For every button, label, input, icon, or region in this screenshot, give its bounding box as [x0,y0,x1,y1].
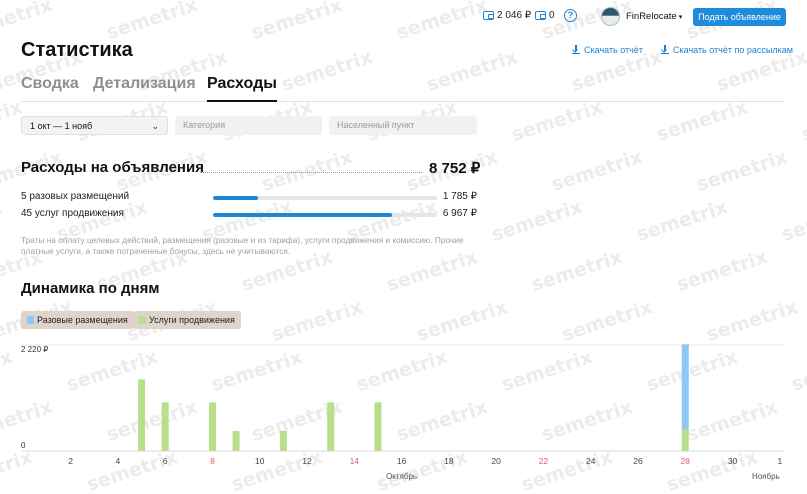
promotion-services-label: 45 услуг продвижения [21,208,124,219]
category-input[interactable]: Категория [175,116,322,135]
bar-promotion-services [681,429,689,451]
watermark-text: semetrix [0,195,6,247]
account-menu[interactable]: FinRelocate ▾ [626,11,682,22]
x-tick-label: 30 [728,456,738,466]
y-tick-label: 2 220 ₽ [21,345,48,354]
legend-promotion-services[interactable]: Услуги продвижения [133,311,241,329]
x-tick-label: 4 [116,456,121,466]
locality-input[interactable]: Населенный пункт [329,116,477,135]
x-tick-label: 24 [586,456,596,466]
place-ad-button[interactable]: Подать объявление [693,8,786,26]
watermark-text: semetrix [413,295,511,347]
x-month-label: Ноябрь [752,472,780,481]
x-tick-label: 20 [491,456,501,466]
download-icon [661,45,669,54]
top-bar: 2 046 ₽ 0 ? FinRelocate ▾ Подать объявлен… [0,0,807,34]
daily-expenses-chart: 2 220 ₽02 4 6 8 10 12 14 16 18 20 22 24 26 28 30 1Октяб… [21,344,785,481]
legend-swatch-promotion [139,316,146,324]
y-tick-label: 0 [21,441,26,450]
avatar[interactable] [601,7,620,26]
watermark-text: semetrix [798,95,807,147]
x-tick-label: 12 [302,456,312,466]
watermark-text: semetrix [548,145,646,197]
watermark-text: semetrix [558,295,656,347]
bar-promotion-services [161,402,169,451]
tab-details[interactable]: Детализация [93,75,196,102]
bar-promotion-services [208,402,216,451]
balance-value: 2 046 ₽ [497,10,532,21]
download-report-link[interactable]: Скачать отчёт [572,45,643,55]
watermark-text: semetrix [673,245,771,297]
watermark-text: semetrix [258,145,356,197]
bonus-wallet-icon [535,11,546,20]
bar-promotion-services [327,402,335,451]
expenses-note: Траты на оплату целевых действий, размещ… [21,235,464,256]
download-mailing-report-label: Скачать отчёт по рассылкам [673,45,793,55]
promotion-services-value: 6 967 ₽ [442,208,477,219]
bar-promotion-services [138,379,146,451]
bar-one-time-placements [681,344,689,430]
one-time-placements-bar [213,196,437,200]
x-tick-label: 8 [210,456,215,466]
dotted-leader [200,172,422,173]
download-icon [572,45,580,54]
bar-promotion-services [374,402,382,451]
account-name: FinRelocate [626,11,677,22]
x-tick-label: 28 [681,456,691,466]
bar-promotion-services [232,430,240,451]
watermark-text: semetrix [488,195,586,247]
bar-promotion-services [279,430,287,451]
x-tick-label: 1 [777,456,782,466]
tab-summary[interactable]: Сводка [21,75,79,102]
x-tick-label: 22 [539,456,549,466]
watermark-text: semetrix [778,195,807,247]
dynamics-title: Динамика по дням [21,280,160,297]
one-time-placements-value: 1 785 ₽ [442,191,477,202]
x-tick-label: 26 [633,456,643,466]
bonus-balance[interactable]: 0 [535,10,555,21]
one-time-placements-bar-fill [213,196,258,200]
expenses-title: Расходы на объявления [21,159,204,176]
x-tick-label: 14 [350,456,360,466]
watermark-text: semetrix [703,295,801,347]
tab-bar: Сводка Детализация Расходы [21,75,785,102]
x-tick-label: 2 [68,456,73,466]
x-month-label: Октябрь [386,472,417,481]
watermark-text: semetrix [633,195,731,247]
legend-one-time-placements[interactable]: Разовые размещения [21,311,134,329]
x-tick-label: 10 [255,456,265,466]
watermark-text: semetrix [508,95,606,147]
x-tick-label: 16 [397,456,407,466]
download-mailing-report-link[interactable]: Скачать отчёт по рассылкам [661,45,793,55]
watermark-text: semetrix [268,295,366,347]
chevron-down-icon: ⌄ [151,121,159,131]
legend-one-time-label: Разовые размещения [37,315,128,325]
expenses-total: 8 752 ₽ [429,160,481,177]
promotion-services-bar [213,213,437,217]
x-tick-label: 18 [444,456,454,466]
tab-expenses[interactable]: Расходы [207,75,277,102]
bonus-value: 0 [549,10,555,21]
page-title: Статистика [21,39,133,61]
legend-swatch-one-time [27,316,34,324]
download-report-label: Скачать отчёт [584,45,643,55]
watermark-text: semetrix [653,95,751,147]
watermark-text: semetrix [693,145,791,197]
date-range-value: 1 окт — 1 нояб [30,121,93,131]
watermark-text: semetrix [528,245,626,297]
one-time-placements-label: 5 разовых размещений [21,191,130,202]
promotion-services-bar-fill [213,213,393,217]
wallet-icon [483,11,494,20]
balance[interactable]: 2 046 ₽ [483,10,531,21]
question-circle-icon[interactable]: ? [564,9,577,22]
date-range-select[interactable]: 1 окт — 1 нояб ⌄ [21,116,168,135]
x-tick-label: 6 [163,456,168,466]
chevron-down-icon: ▾ [678,14,683,21]
legend-promotion-label: Услуги продвижения [149,315,235,325]
